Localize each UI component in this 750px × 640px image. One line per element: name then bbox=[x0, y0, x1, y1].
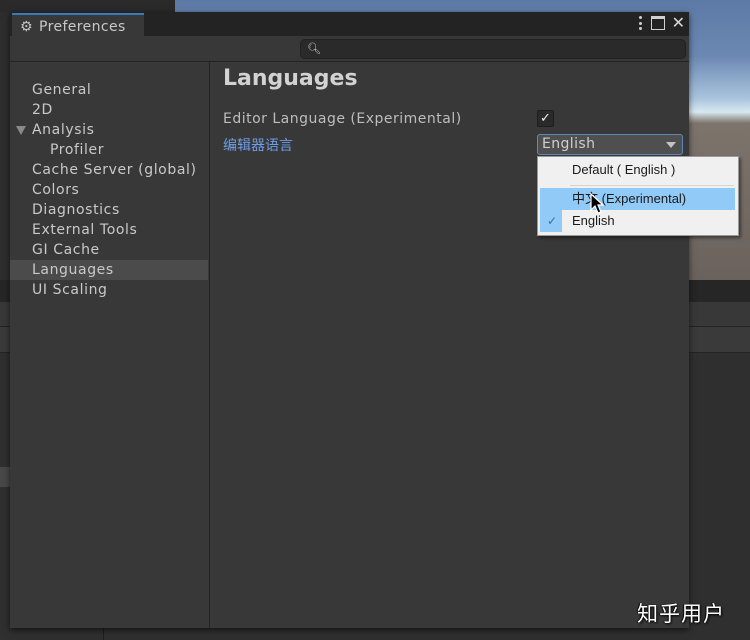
search-input[interactable]: 🔍︎ bbox=[300, 39, 686, 59]
dropdown-value: English bbox=[542, 136, 596, 152]
preferences-tab[interactable]: ⚙ Preferences bbox=[12, 13, 144, 38]
sidebar-item-label: Analysis bbox=[32, 122, 95, 138]
menu-item-label: Default ( English ) bbox=[572, 162, 676, 177]
preferences-sidebar: General 2D Analysis Profiler Cache Serve… bbox=[10, 62, 210, 628]
localized-language-label: 编辑器语言 bbox=[223, 138, 293, 154]
background-editor bbox=[0, 0, 175, 12]
maximize-icon[interactable] bbox=[650, 16, 665, 30]
sidebar-item-label: General bbox=[32, 82, 92, 98]
editor-language-label: Editor Language (Experimental) bbox=[223, 111, 462, 127]
title-bar[interactable]: ⚙ Preferences ✕ bbox=[10, 12, 689, 38]
mouse-cursor-icon bbox=[590, 193, 604, 214]
sidebar-item-label: Cache Server (global) bbox=[32, 162, 197, 178]
sidebar-item-label: External Tools bbox=[32, 222, 138, 238]
sidebar-item-profiler[interactable]: Profiler bbox=[10, 140, 208, 160]
sidebar-item-label: 2D bbox=[32, 102, 53, 118]
menu-item-chinese[interactable]: 中文 (Experimental) bbox=[540, 188, 735, 210]
menu-item-english[interactable]: ✓ English bbox=[538, 210, 738, 232]
languages-panel: Languages Editor Language (Experimental)… bbox=[210, 62, 689, 628]
gear-icon: ⚙ bbox=[20, 18, 33, 35]
sidebar-item-languages[interactable]: Languages bbox=[10, 260, 208, 280]
background-divider bbox=[103, 628, 104, 640]
sidebar-item-general[interactable]: General bbox=[10, 80, 208, 100]
sidebar-item-colors[interactable]: Colors bbox=[10, 180, 208, 200]
language-dropdown[interactable]: English bbox=[537, 134, 683, 155]
sidebar-item-cache-server[interactable]: Cache Server (global) bbox=[10, 160, 208, 180]
sidebar-item-label: Languages bbox=[32, 262, 114, 278]
language-menu: Default ( English ) 中文 (Experimental) ✓ … bbox=[537, 156, 739, 236]
menu-item-default-english[interactable]: Default ( English ) bbox=[538, 159, 738, 181]
sidebar-item-diagnostics[interactable]: Diagnostics bbox=[10, 200, 208, 220]
page-title: Languages bbox=[223, 66, 358, 91]
sidebar-item-ui-scaling[interactable]: UI Scaling bbox=[10, 280, 208, 300]
sidebar-item-gi-cache[interactable]: GI Cache bbox=[10, 240, 208, 260]
sidebar-item-label: GI Cache bbox=[32, 242, 100, 258]
watermark: 知乎用户 bbox=[637, 602, 725, 626]
checkmark-icon: ✓ bbox=[547, 214, 558, 228]
search-icon: 🔍︎ bbox=[307, 42, 321, 55]
window-controls: ✕ bbox=[638, 15, 685, 31]
toolbar: 🔍︎ bbox=[10, 36, 689, 62]
chevron-down-icon bbox=[666, 142, 676, 148]
sidebar-item-label: Colors bbox=[32, 182, 80, 198]
sidebar-item-external-tools[interactable]: External Tools bbox=[10, 220, 208, 240]
window-title: Preferences bbox=[39, 18, 126, 35]
menu-separator bbox=[570, 185, 734, 186]
close-icon[interactable]: ✕ bbox=[672, 15, 685, 31]
sidebar-item-label: Profiler bbox=[50, 142, 105, 158]
sidebar-item-label: Diagnostics bbox=[32, 202, 120, 218]
editor-language-checkbox[interactable]: ✓ bbox=[537, 110, 554, 127]
sidebar-item-analysis[interactable]: Analysis bbox=[10, 120, 208, 140]
checked-indicator: ✓ bbox=[540, 210, 562, 232]
foldout-arrow-icon[interactable] bbox=[16, 126, 26, 135]
background-list-item bbox=[0, 467, 10, 487]
preferences-window: ⚙ Preferences ✕ 🔍︎ General 2D Analysis P… bbox=[10, 12, 689, 628]
sidebar-item-label: UI Scaling bbox=[32, 282, 108, 298]
checkmark-icon: ✓ bbox=[540, 111, 551, 126]
sidebar-item-2d[interactable]: 2D bbox=[10, 100, 208, 120]
more-options-icon[interactable] bbox=[638, 16, 644, 30]
